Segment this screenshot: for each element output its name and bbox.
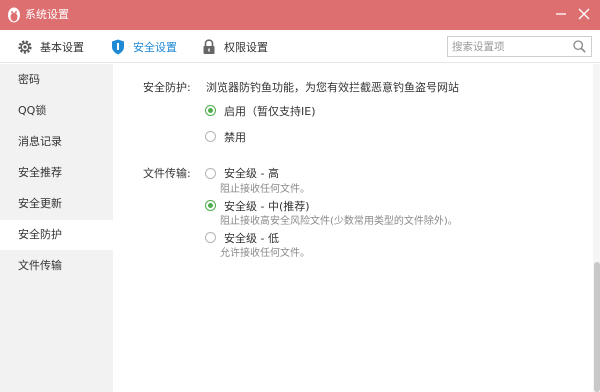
radio-disable[interactable] (205, 131, 216, 142)
option-level-medium-desc: 阻止接收高安全风险文件(少数常用类型的文件除外)。 (220, 216, 458, 227)
file-transfer-label: 文件传输: (143, 167, 191, 180)
sidebar-item-security-update[interactable]: 安全更新 (0, 189, 113, 219)
sidebar-item-security-protection[interactable]: 安全防护 (0, 220, 113, 250)
lock-icon (203, 38, 215, 54)
radio-level-high[interactable] (205, 168, 216, 179)
tab-security-settings[interactable]: 安全设置 (109, 30, 177, 63)
settings-content: 安全防护: 浏览器防钓鱼功能，为您有效拦截恶意钓鱼盗号网站 启用（暂仅支持IE)… (113, 64, 593, 392)
search-box (447, 36, 592, 57)
sidebar-item-message-history[interactable]: 消息记录 (0, 127, 113, 157)
close-icon[interactable] (575, 5, 593, 23)
option-level-low-desc: 允许接收任何文件。 (220, 248, 310, 259)
tab-label: 基本设置 (40, 40, 84, 54)
sidebar-item-file-transfer[interactable]: 文件传输 (0, 251, 113, 281)
gear-icon (18, 39, 32, 54)
tab-label: 安全设置 (133, 40, 177, 54)
minimize-icon[interactable] (552, 5, 570, 23)
tab-basic-settings[interactable]: 基本设置 (16, 30, 84, 63)
option-enable-label[interactable]: 启用（暂仅支持IE) (224, 103, 316, 119)
protection-description: 浏览器防钓鱼功能，为您有效拦截恶意钓鱼盗号网站 (206, 81, 459, 94)
option-disable-label[interactable]: 禁用 (224, 129, 246, 145)
sidebar: 密码 QQ锁 消息记录 安全推荐 安全更新 安全防护 文件传输 (0, 64, 113, 392)
window-title: 系统设置 (25, 8, 69, 21)
sidebar-item-password[interactable]: 密码 (0, 65, 113, 95)
search-input[interactable] (452, 39, 570, 54)
search-icon[interactable] (572, 39, 587, 54)
option-level-high-desc: 阻止接收任何文件。 (220, 184, 310, 195)
shield-icon (112, 39, 124, 54)
scrollbar-thumb[interactable] (594, 262, 600, 392)
tab-label: 权限设置 (224, 40, 268, 54)
qq-penguin-icon (8, 7, 20, 23)
sidebar-item-security-recommend[interactable]: 安全推荐 (0, 158, 113, 188)
tab-permission-settings[interactable]: 权限设置 (200, 30, 268, 63)
radio-enable[interactable] (205, 105, 216, 116)
radio-level-low[interactable] (205, 232, 216, 243)
radio-level-medium[interactable] (205, 200, 216, 211)
sidebar-item-qq-lock[interactable]: QQ锁 (0, 96, 113, 126)
protection-label: 安全防护: (143, 81, 191, 94)
option-level-high-label[interactable]: 安全级 - 高 (224, 165, 279, 181)
title-bar: 系统设置 (0, 0, 600, 30)
